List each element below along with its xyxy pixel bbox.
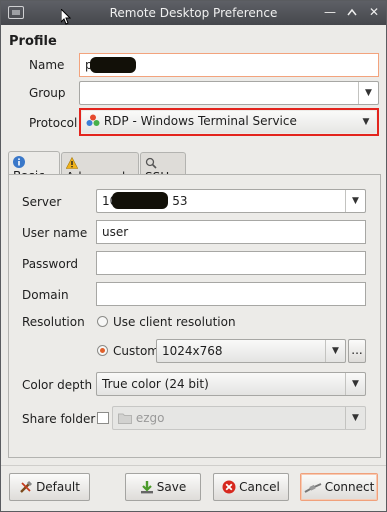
- resolution-more-button[interactable]: ...: [348, 339, 366, 363]
- name-label: Name: [29, 58, 65, 72]
- chevron-down-icon[interactable]: ▼: [325, 340, 345, 362]
- chevron-down-icon[interactable]: ▼: [358, 82, 378, 104]
- redaction-mark: [90, 57, 136, 73]
- domain-label: Domain: [22, 288, 69, 302]
- username-label: User name: [22, 226, 88, 240]
- ssh-icon: [145, 157, 157, 169]
- resolution-custom-radio[interactable]: [97, 345, 108, 356]
- server-label: Server: [22, 195, 62, 209]
- chevron-down-icon[interactable]: ▼: [345, 373, 365, 395]
- protocol-value: RDP - Windows Terminal Service: [103, 114, 297, 128]
- group-label: Group: [29, 86, 66, 100]
- server-suffix: 53: [172, 194, 188, 208]
- warning-icon: [66, 157, 78, 169]
- resolution-client-radio[interactable]: [97, 316, 108, 327]
- resolution-client-label[interactable]: Use client resolution: [113, 315, 236, 329]
- default-button[interactable]: Default: [9, 473, 90, 501]
- remote-desktop-preference-window: Remote Desktop Preference — ✕ Profile Na…: [0, 0, 387, 512]
- cancel-button[interactable]: Cancel: [213, 473, 289, 501]
- close-icon[interactable]: ✕: [364, 3, 384, 21]
- protocol-label: Protocol: [29, 116, 78, 130]
- password-label: Password: [22, 257, 79, 271]
- info-icon: [13, 156, 25, 168]
- profile-heading: Profile: [9, 34, 57, 49]
- save-icon: [140, 481, 153, 494]
- color-depth-label: Color depth: [22, 378, 93, 392]
- connect-button[interactable]: Connect: [300, 473, 378, 501]
- plug-icon: [304, 483, 322, 493]
- minimize-icon[interactable]: —: [320, 3, 340, 21]
- chevron-down-icon: ▼: [345, 407, 365, 429]
- color-depth-value: True color (24 bit): [102, 377, 209, 391]
- group-combo[interactable]: ▼: [79, 81, 379, 105]
- username-field[interactable]: user: [96, 220, 366, 244]
- share-folder-combo: ezgo ▼: [112, 406, 366, 430]
- resolution-combo[interactable]: 1024x768 ▼: [156, 339, 346, 363]
- resolution-custom-label[interactable]: Custom: [113, 344, 159, 358]
- domain-field[interactable]: [96, 282, 366, 306]
- share-folder-value: ezgo: [135, 411, 165, 425]
- chevron-down-icon[interactable]: ▼: [345, 190, 365, 212]
- default-button-label: Default: [36, 480, 80, 494]
- tab-basic[interactable]: Basic: [8, 151, 60, 183]
- maximize-icon[interactable]: [342, 3, 362, 21]
- resolution-label: Resolution: [22, 315, 85, 329]
- share-folder-checkbox[interactable]: [97, 412, 109, 424]
- tab-advanced[interactable]: Advanced: [61, 152, 139, 184]
- share-folder-label: Share folder: [22, 412, 96, 426]
- cancel-icon: [222, 480, 236, 494]
- tools-icon: [20, 480, 33, 493]
- resolution-value: 1024x768: [162, 344, 223, 358]
- protocol-combo[interactable]: RDP - Windows Terminal Service ▼: [82, 111, 376, 133]
- folder-icon: [118, 413, 132, 424]
- cancel-button-label: Cancel: [239, 480, 280, 494]
- rdp-plugin-icon: [86, 114, 100, 126]
- tab-ssh[interactable]: SSH: [140, 152, 186, 184]
- save-button-label: Save: [156, 480, 187, 494]
- chevron-down-icon[interactable]: ▼: [356, 111, 376, 133]
- save-button[interactable]: Save: [125, 473, 201, 501]
- password-field[interactable]: [96, 251, 366, 275]
- title-bar[interactable]: Remote Desktop Preference — ✕: [1, 1, 386, 25]
- redaction-mark: [112, 192, 168, 209]
- username-value: user: [102, 225, 129, 239]
- button-row-separator: [1, 465, 386, 466]
- connect-button-label: Connect: [324, 480, 375, 494]
- color-depth-combo[interactable]: True color (24 bit) ▼: [96, 372, 366, 396]
